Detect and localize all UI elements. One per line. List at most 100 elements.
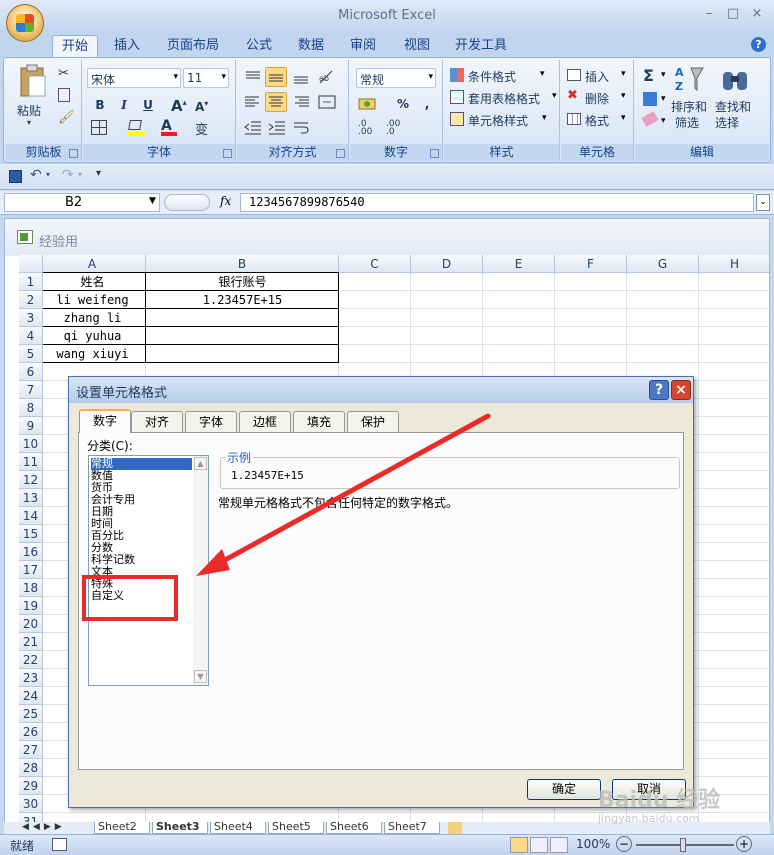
tab-protection[interactable]: 保护	[347, 411, 399, 432]
number-format-select[interactable]: 常规 ▾	[356, 68, 436, 88]
wrap-text-icon[interactable]	[291, 118, 317, 136]
row-header[interactable]: 28	[19, 759, 43, 777]
help-icon[interactable]: ?	[751, 37, 766, 52]
sheet-tab[interactable]: Sheet3	[152, 822, 208, 834]
row-header[interactable]: 8	[19, 399, 43, 417]
merge-center-icon[interactable]	[317, 93, 343, 111]
zoom-out-icon[interactable]: −	[616, 836, 632, 852]
tab-developer[interactable]: 开发工具	[448, 35, 514, 58]
row-header[interactable]: 16	[19, 543, 43, 561]
border-icon[interactable]	[91, 120, 107, 135]
grow-font-icon[interactable]: A▴	[171, 97, 187, 115]
sheet-tab[interactable]: Sheet5	[268, 822, 324, 834]
copy-icon[interactable]	[58, 88, 70, 102]
increase-decimal-icon[interactable]: .0.00	[358, 120, 380, 137]
cell-style-button[interactable]: 单元格样式 ▾	[450, 110, 558, 130]
column-header-b[interactable]: B	[146, 255, 339, 273]
currency-icon[interactable]	[358, 96, 382, 112]
redo-dropdown-icon[interactable]: ▾	[78, 170, 82, 179]
column-header-d[interactable]: D	[411, 255, 483, 273]
row-header[interactable]: 26	[19, 723, 43, 741]
alignment-launcher-icon[interactable]	[336, 149, 345, 158]
zoom-in-icon[interactable]: +	[736, 836, 752, 852]
sheet-tab[interactable]: Sheet7	[384, 822, 440, 834]
clipboard-launcher-icon[interactable]	[69, 149, 78, 158]
customize-qat-icon[interactable]: ▾	[96, 168, 101, 179]
row-header[interactable]: 30	[19, 795, 43, 813]
formula-bar-divider[interactable]	[164, 194, 210, 211]
cell-a5[interactable]: wang xiuyi	[39, 345, 146, 363]
paste-button[interactable]: 粘贴 ▾	[15, 64, 51, 127]
row-header[interactable]: 12	[19, 471, 43, 489]
shrink-font-icon[interactable]: A▾	[195, 99, 208, 114]
sheet-nav-icon[interactable]: ◀◀▶▶	[22, 822, 66, 832]
fill-color-icon[interactable]	[127, 120, 145, 136]
delete-cells-button[interactable]: ✖ 删除 ▾	[567, 88, 631, 108]
fill-button[interactable]: ▾	[641, 90, 671, 110]
conditional-format-button[interactable]: 条件格式 ▾	[450, 66, 558, 86]
close-button[interactable]: ×	[746, 6, 768, 24]
row-header[interactable]: 3	[19, 309, 43, 327]
category-scrollbar[interactable]: ▲ ▼	[193, 456, 208, 685]
minimize-button[interactable]: –	[698, 6, 720, 24]
row-header[interactable]: 25	[19, 705, 43, 723]
row-header[interactable]: 27	[19, 741, 43, 759]
macro-record-icon[interactable]	[52, 838, 67, 851]
increase-indent-icon[interactable]	[267, 118, 287, 136]
row-header[interactable]: 21	[19, 633, 43, 651]
cell-b1[interactable]: 银行账号	[146, 273, 339, 291]
redo-icon[interactable]: ↷	[62, 167, 74, 183]
column-header-e[interactable]: E	[483, 255, 555, 273]
sheet-tab[interactable]: Sheet6	[326, 822, 382, 834]
format-painter-icon[interactable]: 🖌	[58, 110, 75, 125]
tab-page-layout[interactable]: 页面布局	[160, 35, 226, 58]
row-header[interactable]: 10	[19, 435, 43, 453]
align-right-icon[interactable]	[291, 93, 311, 111]
row-header[interactable]: 9	[19, 417, 43, 435]
row-header[interactable]: 2	[19, 291, 43, 309]
row-header[interactable]: 29	[19, 777, 43, 795]
formula-input[interactable]: 1234567899876540	[240, 193, 754, 212]
font-color-icon[interactable]: A	[161, 118, 177, 136]
tab-view[interactable]: 视图	[394, 35, 440, 58]
font-launcher-icon[interactable]	[223, 149, 232, 158]
row-header[interactable]: 14	[19, 507, 43, 525]
column-header-g[interactable]: G	[627, 255, 699, 273]
row-header[interactable]: 5	[19, 345, 43, 363]
decrease-indent-icon[interactable]	[243, 118, 263, 136]
row-header[interactable]: 18	[19, 579, 43, 597]
tab-formulas[interactable]: 公式	[236, 35, 282, 58]
cell-a4[interactable]: qi yuhua	[39, 327, 146, 345]
comma-button[interactable]: ,	[416, 94, 438, 114]
font-size-select[interactable]: 11 ▾	[183, 68, 229, 88]
dialog-help-button[interactable]: ?	[649, 380, 669, 400]
format-cells-button[interactable]: 格式 ▾	[567, 110, 631, 130]
sort-filter-button[interactable]: AZ 排序和 筛选	[671, 64, 711, 138]
clear-button[interactable]: ▾	[641, 111, 671, 132]
cut-icon[interactable]: ✂	[58, 66, 69, 81]
normal-view-icon[interactable]	[510, 837, 528, 853]
autosum-button[interactable]: Σ ▾	[641, 66, 671, 86]
row-header[interactable]: 17	[19, 561, 43, 579]
percent-button[interactable]: %	[392, 94, 414, 114]
page-break-view-icon[interactable]	[550, 837, 568, 853]
row-header[interactable]: 15	[19, 525, 43, 543]
align-bottom-icon[interactable]	[291, 68, 311, 86]
page-layout-view-icon[interactable]	[530, 837, 548, 853]
office-button[interactable]	[6, 4, 44, 42]
row-header[interactable]: 7	[19, 381, 43, 399]
column-header-f[interactable]: F	[555, 255, 627, 273]
row-header[interactable]: 6	[19, 363, 43, 381]
insert-cells-button[interactable]: 插入 ▾	[567, 66, 631, 86]
cell-a3[interactable]: zhang li	[39, 309, 146, 327]
ok-button[interactable]: 确定	[527, 779, 601, 800]
scroll-down-icon[interactable]: ▼	[194, 670, 207, 683]
column-header-c[interactable]: C	[339, 255, 411, 273]
bold-button[interactable]: B	[89, 95, 111, 115]
column-header-h[interactable]: H	[699, 255, 769, 273]
orientation-icon[interactable]: ab	[317, 68, 337, 86]
cell-a2[interactable]: li weifeng	[39, 291, 146, 309]
align-center-icon[interactable]	[265, 92, 287, 112]
row-header[interactable]: 23	[19, 669, 43, 687]
row-header[interactable]: 11	[19, 453, 43, 471]
